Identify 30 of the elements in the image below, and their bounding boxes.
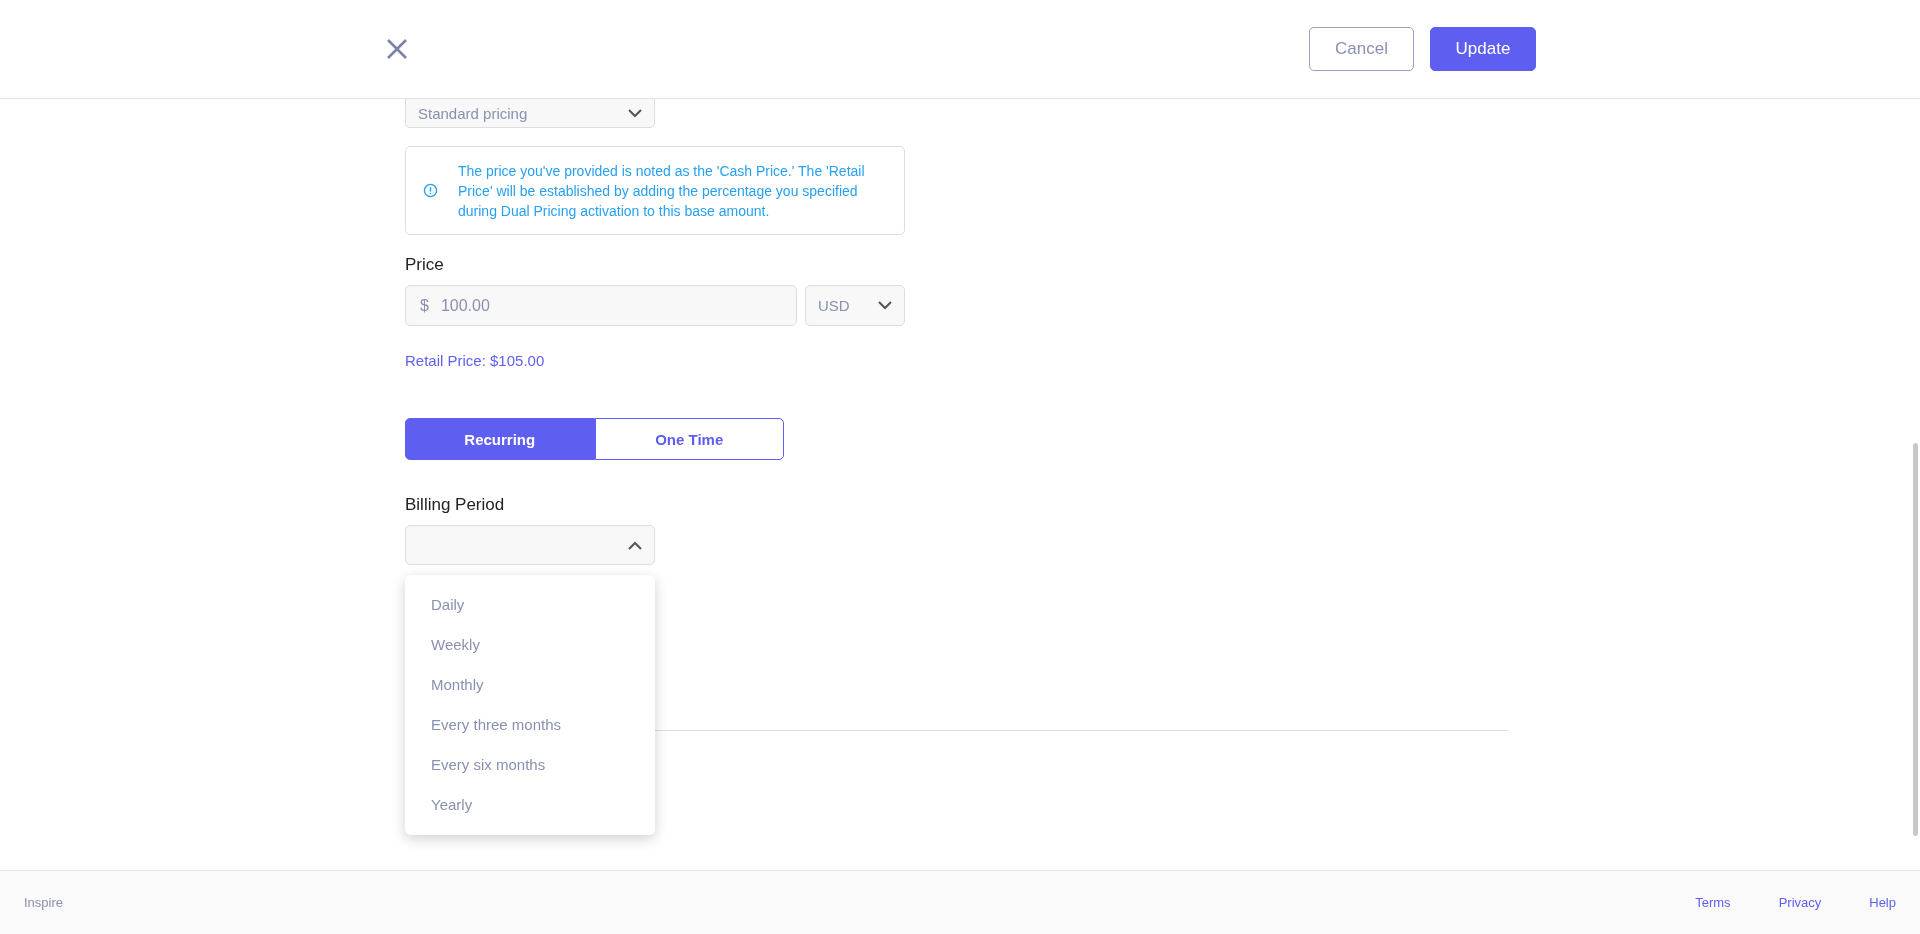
dropdown-option[interactable]: Every three months xyxy=(405,705,655,745)
chevron-icon xyxy=(628,540,642,550)
payment-type-tab[interactable]: Recurring xyxy=(405,418,595,460)
currency-symbol: $ xyxy=(420,296,429,315)
dropdown-option[interactable]: Every six months xyxy=(405,745,655,785)
chevron-icon xyxy=(628,108,642,118)
dropdown-option[interactable]: Yearly xyxy=(405,785,655,825)
payment-type-tab[interactable]: One Time xyxy=(594,418,784,460)
info-icon xyxy=(423,183,438,198)
footer-link[interactable]: Privacy xyxy=(1778,895,1822,910)
close-icon[interactable] xyxy=(385,37,409,61)
info-text: The price you've provided is noted as the 'Cash Price.' The 'Retail Price' will be established by adding the percentage you specified during Dual Pricing activation to this base amount. xyxy=(458,161,866,221)
chevron-icon xyxy=(878,301,892,310)
footer-link[interactable]: Terms xyxy=(1695,895,1731,910)
price-value: 100.00 xyxy=(440,296,490,315)
billing-period-label: Billing Period xyxy=(405,495,506,515)
cancel-button[interactable]: Cancel xyxy=(1309,27,1414,71)
retail-price: Retail Price: $105.00 xyxy=(405,352,546,369)
footer-link[interactable]: Help xyxy=(1869,895,1896,910)
pricing-select[interactable]: Standard pricing xyxy=(405,99,655,128)
price-label: Price xyxy=(405,255,445,275)
dropdown-option[interactable]: Weekly xyxy=(405,625,655,665)
footer-brand: Inspire xyxy=(24,895,64,910)
scrollbar[interactable] xyxy=(1913,443,1918,836)
dropdown-option[interactable]: Monthly xyxy=(405,665,655,705)
currency-select[interactable]: USD xyxy=(805,285,905,326)
price-input[interactable]: $ 100.00 xyxy=(405,285,797,326)
billing-period-select[interactable] xyxy=(405,525,655,565)
update-button[interactable]: Update xyxy=(1430,27,1536,71)
dropdown-option[interactable]: Daily xyxy=(405,585,655,625)
